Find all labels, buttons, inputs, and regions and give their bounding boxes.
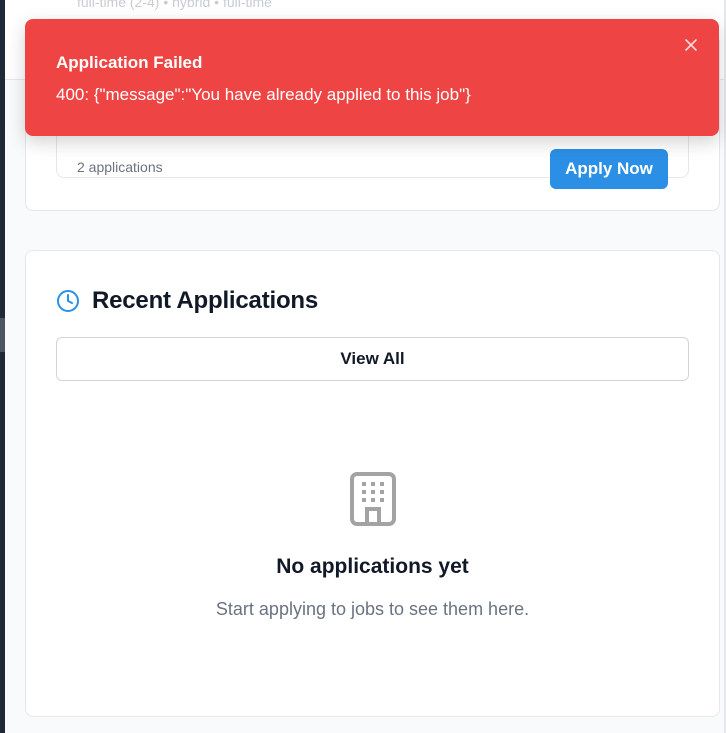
recent-applications-card: Recent Applications View All No applicat… bbox=[25, 250, 720, 717]
empty-state-title: No applications yet bbox=[276, 555, 469, 578]
error-toast: Application Failed 400: {"message":"You … bbox=[25, 19, 719, 136]
empty-state: No applications yet Start applying to jo… bbox=[26, 471, 719, 620]
clock-icon bbox=[57, 290, 79, 312]
page: full-time (2-4) • hybrid • full-time 2 a… bbox=[0, 0, 726, 733]
toast-message: 400: {"message":"You have already applie… bbox=[56, 85, 471, 104]
sidebar-resize-handle[interactable] bbox=[0, 318, 5, 352]
toast-title: Application Failed bbox=[56, 53, 203, 72]
view-all-button[interactable]: View All bbox=[56, 337, 689, 381]
empty-state-subtitle: Start applying to jobs to see them here. bbox=[215, 599, 530, 619]
apply-now-button[interactable]: Apply Now bbox=[550, 149, 668, 189]
building-icon bbox=[349, 472, 396, 526]
recent-applications-header: Recent Applications bbox=[56, 285, 318, 317]
close-icon[interactable] bbox=[681, 35, 701, 55]
applications-count: 2 applications bbox=[77, 159, 163, 175]
job-meta-text: full-time (2-4) • hybrid • full-time bbox=[77, 0, 272, 10]
left-sidebar-edge bbox=[0, 0, 5, 733]
section-title: Recent Applications bbox=[92, 287, 319, 314]
